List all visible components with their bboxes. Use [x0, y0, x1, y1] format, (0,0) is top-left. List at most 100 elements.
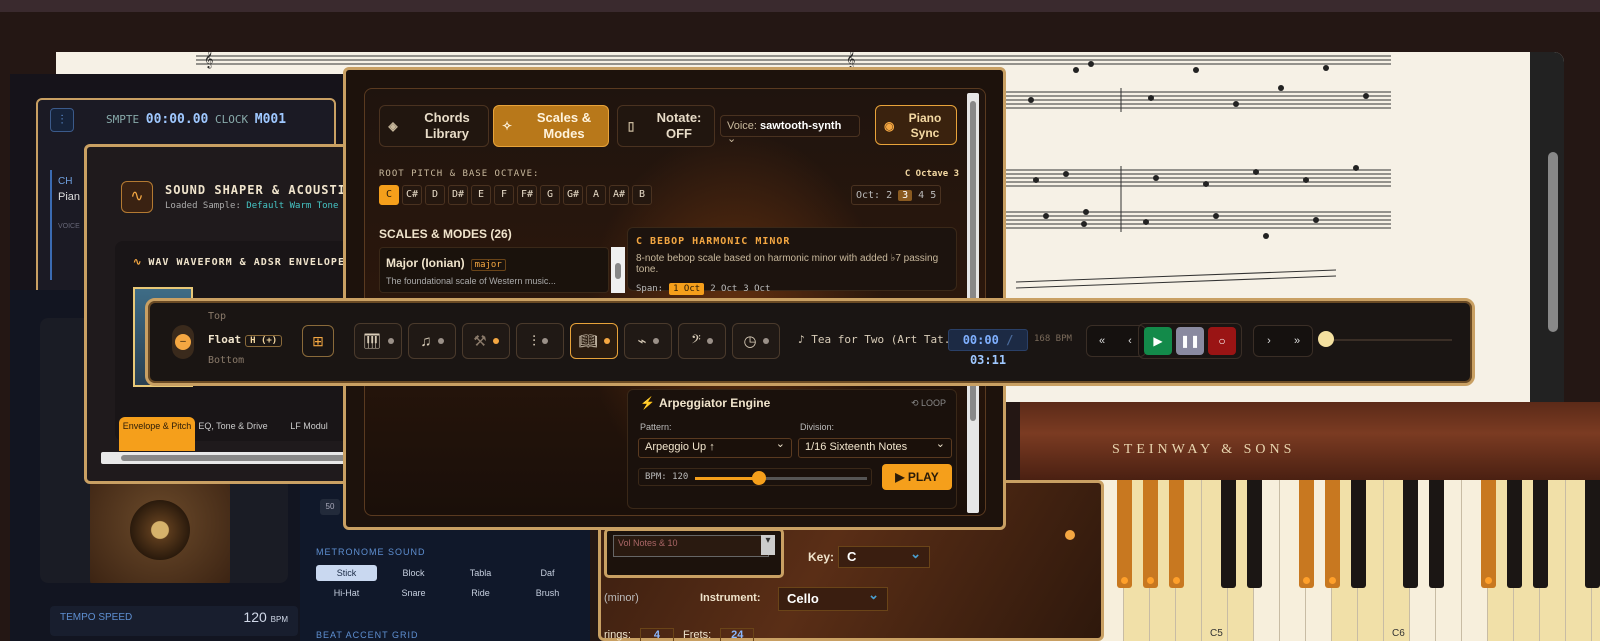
- book-tool-button[interactable]: 📖︎: [570, 323, 618, 359]
- voice-select[interactable]: Voice: sawtooth-synth ⌄: [720, 115, 860, 145]
- arpeggiator-title: ⚡ Arpeggiator Engine: [640, 396, 771, 410]
- sound-hscrollbar[interactable]: [101, 452, 371, 464]
- note-button[interactable]: A: [586, 185, 606, 205]
- black-key[interactable]: [1481, 480, 1496, 588]
- mini-select-panel[interactable]: Vol Notes & 10 ▾: [604, 528, 784, 578]
- black-key[interactable]: [1247, 480, 1262, 588]
- black-key[interactable]: [1403, 480, 1418, 588]
- tab-eq-tone-drive[interactable]: EQ, Tone & Drive: [195, 417, 271, 451]
- music-tool-button[interactable]: ♫: [408, 323, 456, 359]
- division-select[interactable]: 1/16 Sixteenth Notes: [798, 437, 952, 458]
- record-button[interactable]: ○: [1208, 327, 1236, 355]
- metronome-sound-option[interactable]: Brush: [517, 585, 578, 601]
- sheet-scrollbar[interactable]: [1530, 52, 1564, 402]
- dock-float-option[interactable]: Float H (+): [208, 333, 283, 347]
- black-key[interactable]: [1351, 480, 1366, 588]
- octave-option[interactable]: 4: [918, 190, 924, 201]
- piano-tool-button[interactable]: 🎹︎: [354, 323, 402, 359]
- black-key[interactable]: [1299, 480, 1314, 588]
- dock-bottom-option[interactable]: Bottom: [208, 355, 244, 366]
- tab-scales-modes[interactable]: ✧ Scales & Modes: [493, 105, 609, 147]
- metronome-sound-option[interactable]: Daf: [517, 565, 578, 581]
- octave-option[interactable]: 2: [886, 190, 892, 201]
- metronome-sound-option[interactable]: Snare: [383, 585, 444, 601]
- next-icon[interactable]: ›: [1257, 328, 1281, 354]
- note-button[interactable]: G#: [563, 185, 583, 205]
- tab-chords-library[interactable]: ◈ Chords Library: [379, 105, 489, 147]
- arp-play-button[interactable]: ▶ PLAY: [882, 464, 952, 490]
- arp-bpm-slider[interactable]: BPM: 120: [638, 468, 872, 486]
- loaded-sample: Loaded Sample: Default Warm Tone Sa: [165, 201, 355, 211]
- loop-toggle[interactable]: ⟲ LOOP: [911, 398, 946, 409]
- note-button[interactable]: C: [379, 185, 399, 205]
- black-key[interactable]: [1221, 480, 1236, 588]
- play-button[interactable]: ▶: [1144, 327, 1172, 355]
- span-option[interactable]: 2 Oct: [710, 284, 737, 294]
- black-key[interactable]: [1429, 480, 1444, 588]
- metronome-sound-option[interactable]: Hi-Hat: [316, 585, 377, 601]
- black-key[interactable]: [1585, 480, 1600, 588]
- drag-handle[interactable]: –: [172, 325, 194, 359]
- skip-forward-icon[interactable]: »: [1285, 328, 1309, 354]
- span-option[interactable]: 3 Oct: [743, 284, 770, 294]
- piano-keys[interactable]: C4C5C6: [1020, 480, 1600, 641]
- clock-tool-button[interactable]: ◷: [732, 323, 780, 359]
- tab-lfo-modulation[interactable]: LF Modul: [271, 417, 347, 451]
- key-select[interactable]: C: [838, 546, 930, 568]
- volume-knob[interactable]: [1318, 331, 1334, 347]
- note-button[interactable]: D: [425, 185, 445, 205]
- tempo-speed[interactable]: TEMPO SPEED 120 BPM: [50, 606, 298, 636]
- mini-select[interactable]: Vol Notes & 10: [613, 535, 769, 557]
- black-key[interactable]: [1325, 480, 1340, 588]
- book-icon: ▯: [627, 119, 635, 133]
- instrument-select[interactable]: Cello: [778, 587, 888, 611]
- metronome-sound-option[interactable]: Ride: [450, 585, 511, 601]
- volume-track[interactable]: [1334, 339, 1452, 341]
- chevron-down-icon[interactable]: ▾: [761, 535, 775, 555]
- note-button[interactable]: G: [540, 185, 560, 205]
- black-key[interactable]: [1169, 480, 1184, 588]
- note-button[interactable]: F#: [517, 185, 537, 205]
- metro-value[interactable]: 50: [320, 499, 340, 515]
- scales-scrollbar[interactable]: [611, 247, 625, 293]
- span-option[interactable]: 1 Oct: [669, 283, 705, 295]
- scale-item[interactable]: Major (Ionian) major The foundational sca…: [379, 247, 609, 293]
- note-button[interactable]: E: [471, 185, 491, 205]
- black-key[interactable]: [1533, 480, 1548, 588]
- minor-label: (minor): [604, 592, 639, 604]
- strings-stepper[interactable]: 4: [639, 628, 674, 641]
- piano-brand: STEINWAY & SONS: [1112, 442, 1296, 457]
- metronome-sound-option[interactable]: Block: [383, 565, 444, 581]
- black-key[interactable]: [1143, 480, 1158, 588]
- note-button[interactable]: B: [632, 185, 652, 205]
- black-key[interactable]: [1117, 480, 1132, 588]
- clock-icon: ◷: [743, 333, 757, 350]
- frets-label: Frets:: [683, 629, 712, 641]
- pattern-select[interactable]: Arpeggio Up ↑: [638, 437, 792, 458]
- piano-sync-button[interactable]: ◉ Piano Sync: [875, 105, 957, 145]
- dock-top-option[interactable]: Top: [208, 311, 226, 322]
- hammer-tool-button[interactable]: ⚒: [462, 323, 510, 359]
- note-button[interactable]: A#: [609, 185, 629, 205]
- octave-option[interactable]: 5: [930, 190, 936, 201]
- span-label: Span:: [636, 284, 664, 294]
- frets-stepper[interactable]: 24: [720, 628, 755, 641]
- sliders-icon[interactable]: ⫶: [50, 108, 74, 132]
- piano-keyboard[interactable]: STEINWAY & SONS C4C5C6: [1020, 402, 1600, 641]
- note-button[interactable]: D#: [448, 185, 468, 205]
- octave-option[interactable]: 3: [898, 189, 913, 201]
- skip-back-icon[interactable]: «: [1090, 328, 1114, 354]
- metronome-sound-option[interactable]: Tabla: [450, 565, 511, 581]
- bpm-slider-knob[interactable]: [751, 471, 766, 485]
- tab-notate[interactable]: ▯ Notate: OFF: [617, 105, 715, 147]
- note-button[interactable]: C#: [402, 185, 422, 205]
- black-key[interactable]: [1507, 480, 1522, 588]
- wave-tool-button[interactable]: ⌁: [624, 323, 672, 359]
- metronome-sound-option[interactable]: Stick: [316, 565, 377, 581]
- guitar-tool-button[interactable]: 𝄢: [678, 323, 726, 359]
- note-button[interactable]: F: [494, 185, 514, 205]
- tab-envelope-pitch[interactable]: Envelope & Pitch: [119, 417, 195, 451]
- mixer-tool-button[interactable]: ⫶: [516, 323, 564, 359]
- grid-icon[interactable]: ⊞: [302, 325, 334, 357]
- pause-button[interactable]: ❚❚: [1176, 327, 1204, 355]
